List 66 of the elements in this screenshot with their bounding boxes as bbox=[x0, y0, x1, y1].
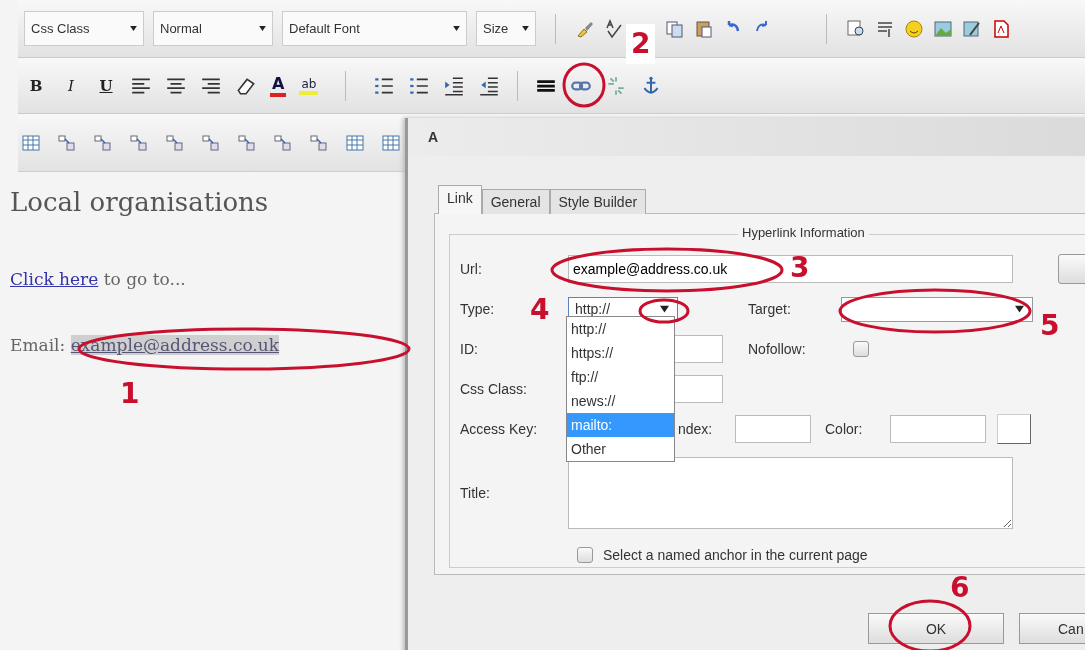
target-dropdown[interactable] bbox=[841, 296, 1033, 322]
tab-index-field[interactable] bbox=[735, 415, 811, 443]
field-label: Color: bbox=[825, 421, 864, 437]
fieldset-legend: Hyperlink Information bbox=[738, 225, 869, 240]
annotation-ellipse bbox=[638, 298, 690, 324]
style-dropdown[interactable]: Size bbox=[476, 11, 536, 46]
dropdown-option[interactable]: Other bbox=[567, 437, 674, 461]
cell-properties-icon[interactable] bbox=[381, 132, 401, 153]
dialog-button[interactable]: OK bbox=[868, 613, 1004, 644]
caret-icon bbox=[453, 26, 460, 31]
title-field[interactable] bbox=[568, 457, 1013, 529]
dropdown-option[interactable]: news:// bbox=[567, 389, 674, 413]
annotation-ellipse bbox=[562, 62, 606, 108]
style-dropdown[interactable]: Normal bbox=[153, 11, 273, 46]
annotation-number: 6 bbox=[950, 572, 970, 604]
dropdown-option[interactable]: ftp:// bbox=[567, 365, 674, 389]
caret-icon bbox=[130, 26, 137, 31]
browse-button[interactable] bbox=[1058, 254, 1085, 284]
annotation-number: 3 bbox=[790, 252, 810, 284]
style-dropdown[interactable]: Default Font bbox=[282, 11, 467, 46]
caret-icon bbox=[660, 305, 669, 313]
format-button[interactable]: U bbox=[95, 76, 117, 95]
field-label: Target: bbox=[748, 301, 792, 317]
field-label: Access Key: bbox=[460, 421, 539, 437]
image-icon[interactable] bbox=[933, 18, 953, 39]
annotation-number: 2 bbox=[626, 24, 656, 64]
dialog-title: A bbox=[428, 129, 439, 145]
color-picker-button[interactable] bbox=[997, 414, 1031, 444]
style-dropdown[interactable]: Css Class bbox=[24, 11, 144, 46]
format-button[interactable]: B bbox=[25, 76, 47, 95]
field-label: ID: bbox=[460, 341, 479, 357]
field-label: ndex: bbox=[678, 421, 714, 437]
table-icon[interactable] bbox=[21, 132, 41, 153]
spellcheck-icon[interactable] bbox=[604, 18, 624, 39]
annotation-number: 1 bbox=[120, 378, 140, 410]
highlight-button[interactable]: ab bbox=[299, 76, 319, 95]
caret-icon bbox=[522, 26, 529, 31]
nofollow-checkbox[interactable] bbox=[853, 341, 869, 357]
tab[interactable]: Link bbox=[438, 185, 482, 214]
annotation-number: 4 bbox=[530, 294, 550, 326]
image-edit-icon[interactable] bbox=[962, 18, 982, 39]
field-label: Title: bbox=[460, 485, 491, 501]
link[interactable]: Click here bbox=[10, 269, 99, 289]
field-label: Type: bbox=[460, 301, 495, 317]
dialog-button[interactable]: Can bbox=[1019, 613, 1085, 644]
heading: Local organisations bbox=[10, 187, 269, 217]
table-properties-icon[interactable] bbox=[345, 132, 365, 153]
field-label: Css Class: bbox=[460, 381, 528, 397]
field-label: Url: bbox=[460, 261, 483, 277]
copy-icon[interactable] bbox=[665, 18, 685, 39]
color-field[interactable] bbox=[890, 415, 986, 443]
caret-icon bbox=[259, 26, 266, 31]
format-button[interactable]: I bbox=[60, 76, 82, 95]
smiley-icon[interactable] bbox=[904, 18, 924, 39]
annotation-number: 5 bbox=[1040, 310, 1060, 342]
checkbox-label: Select a named anchor in the current page bbox=[603, 547, 868, 563]
dropdown-option[interactable]: https:// bbox=[567, 341, 674, 365]
paste-icon[interactable] bbox=[694, 18, 714, 39]
caret-icon bbox=[1015, 305, 1024, 313]
anchor-checkbox[interactable] bbox=[577, 547, 593, 563]
tab[interactable]: General bbox=[481, 189, 550, 214]
tab[interactable]: Style Builder bbox=[549, 189, 647, 214]
font-color-button[interactable]: A bbox=[270, 74, 287, 97]
find-icon[interactable] bbox=[846, 18, 866, 39]
field-label: Nofollow: bbox=[748, 341, 807, 357]
pdf-icon[interactable] bbox=[991, 18, 1011, 39]
